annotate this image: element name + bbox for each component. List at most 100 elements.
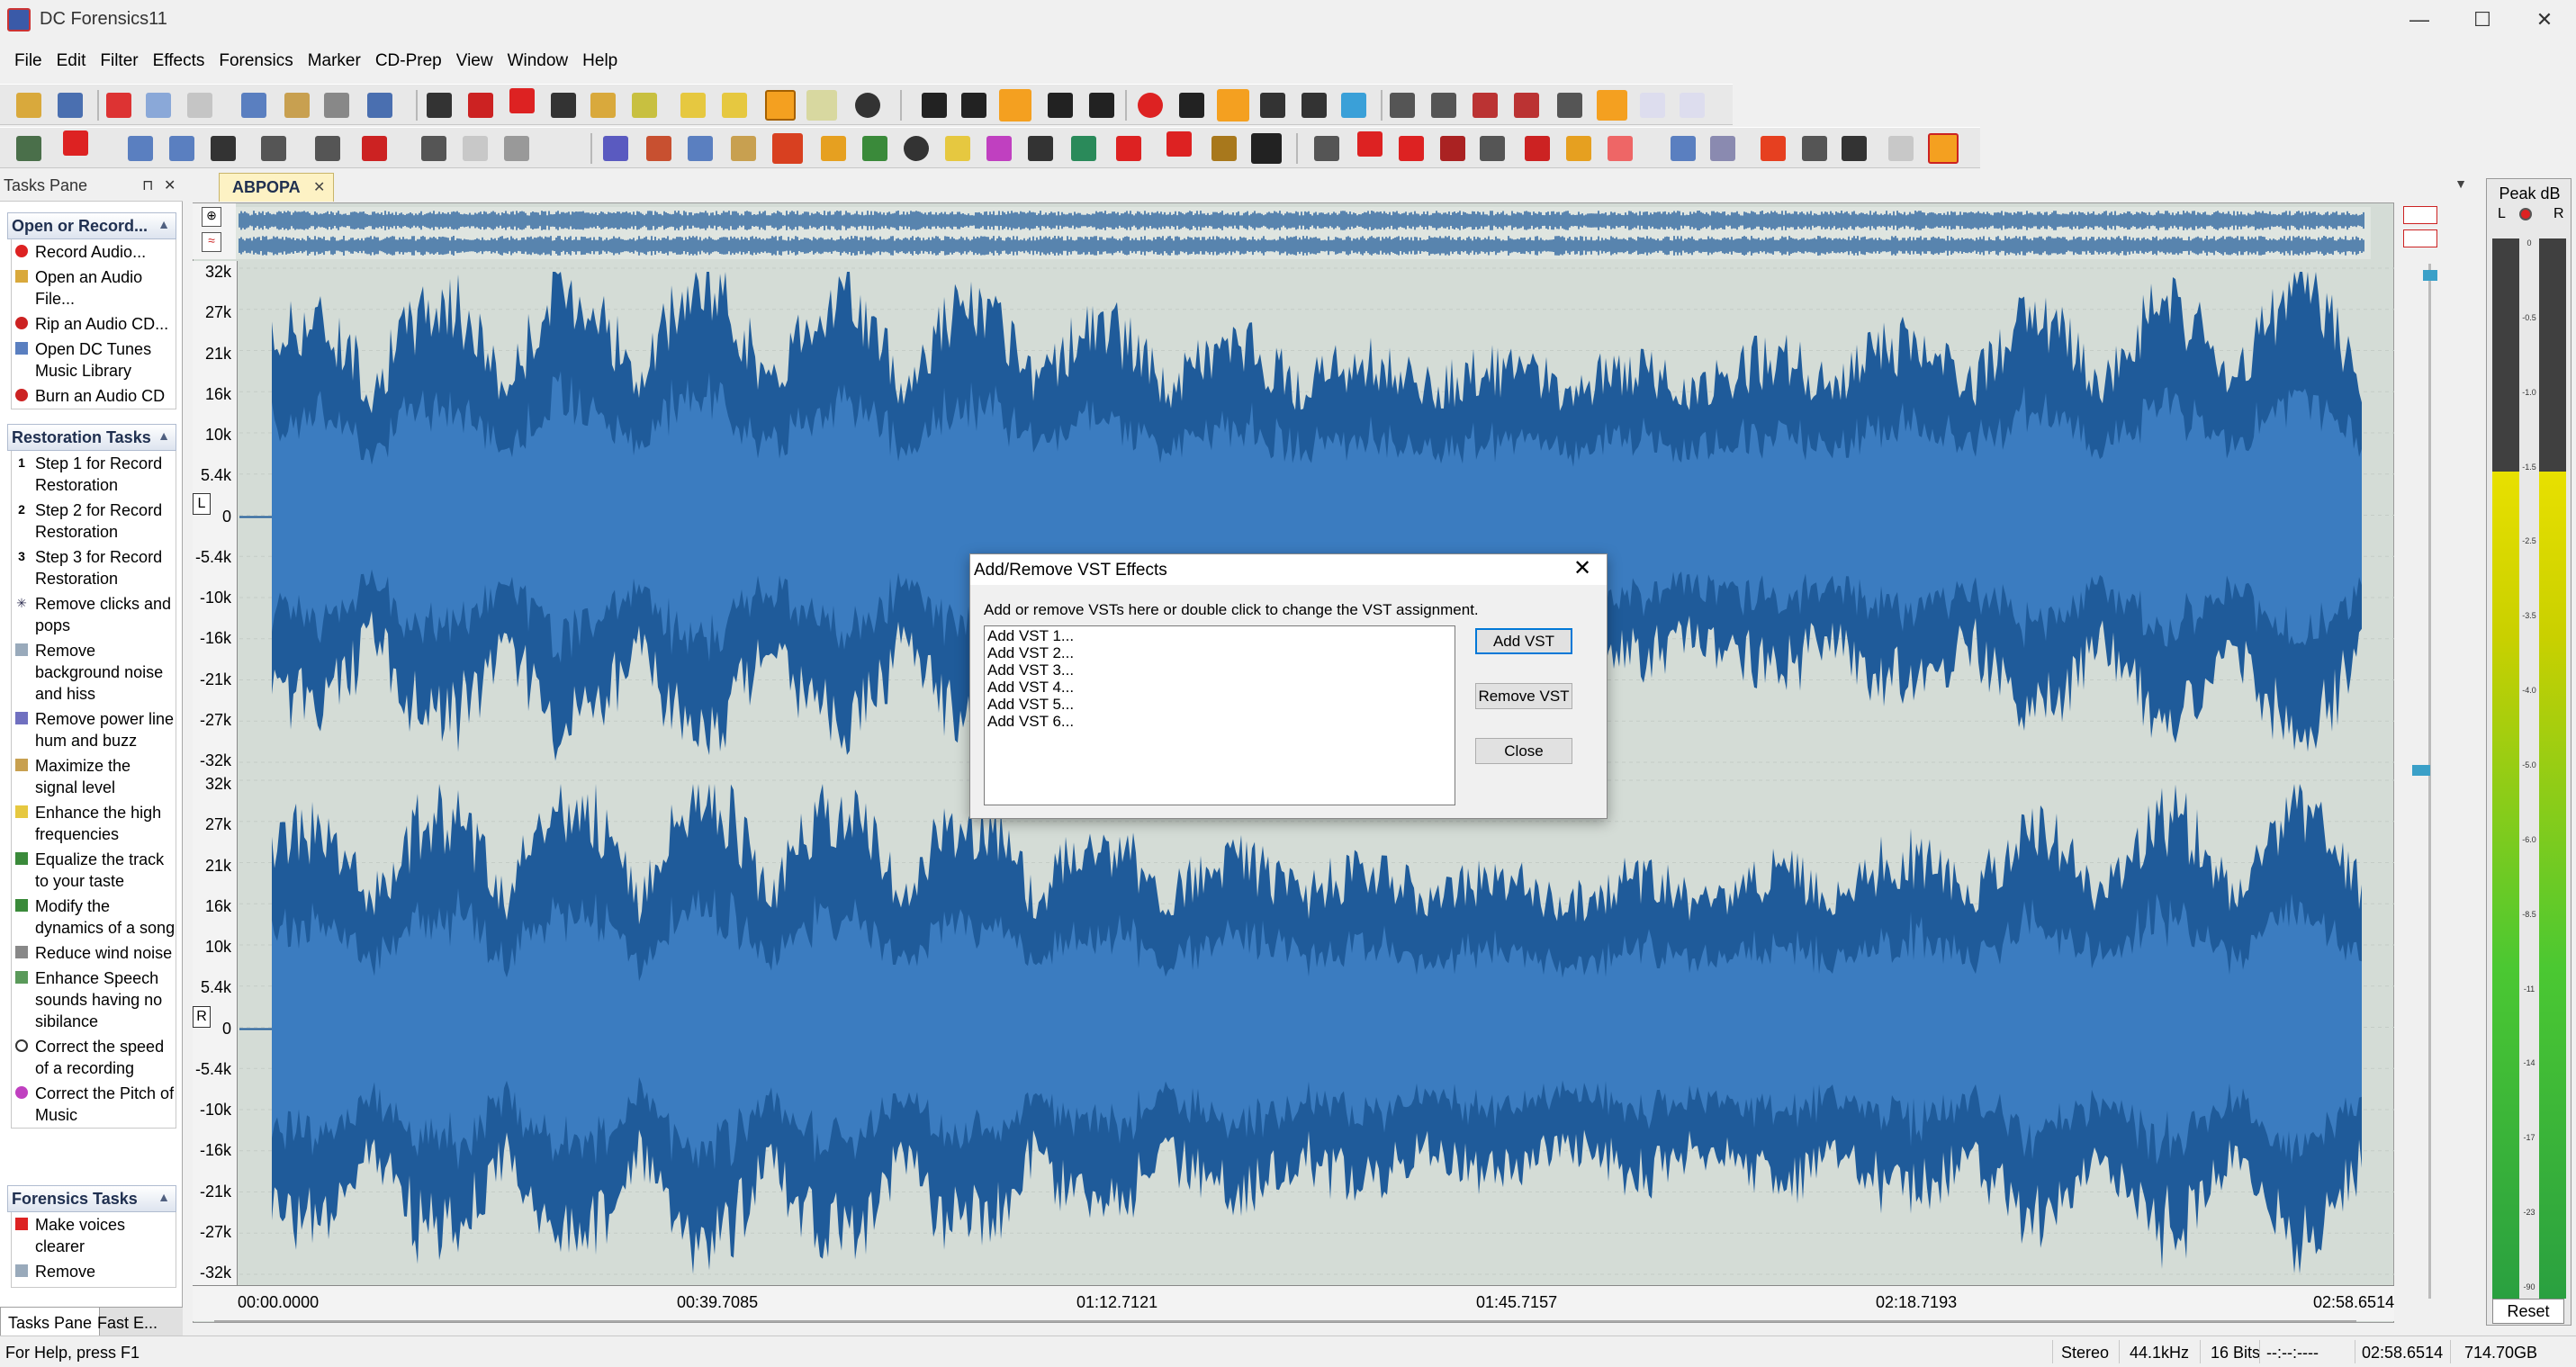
alert-icon[interactable] (1761, 136, 1786, 161)
open-icon[interactable] (16, 93, 41, 118)
collapse-icon[interactable]: ▲ (158, 1190, 170, 1204)
wind-tool-icon[interactable] (504, 136, 529, 161)
record-disc-icon[interactable] (468, 93, 493, 118)
task-dynamics[interactable]: Modify the dynamics of a song (12, 894, 176, 940)
person-icon[interactable] (821, 136, 846, 161)
zoom-out-icon[interactable] (1431, 93, 1456, 118)
batch-icon[interactable] (427, 93, 452, 118)
vst-list-item[interactable]: Add VST 2... (987, 644, 1452, 661)
task-equalize[interactable]: Equalize the track to your taste (12, 847, 176, 894)
dialog-close-icon[interactable]: ✕ (1571, 558, 1594, 581)
task-correct-pitch[interactable]: Correct the Pitch of Music (12, 1081, 176, 1128)
timeline[interactable]: 00:00.0000 00:39.7085 01:12.7121 01:45.7… (193, 1285, 2394, 1321)
tool-icon[interactable] (16, 136, 41, 161)
vst-list-item[interactable]: Add VST 1... (987, 627, 1452, 644)
tab-close-icon[interactable]: ✕ (313, 178, 325, 196)
treble-icon[interactable] (315, 136, 340, 161)
menu-edit[interactable]: Edit (50, 51, 94, 71)
remove-vst-button[interactable]: Remove VST (1475, 683, 1572, 709)
task-open-library[interactable]: Open DC Tunes Music Library (12, 337, 176, 383)
calculator-icon[interactable] (1480, 136, 1505, 161)
menu-forensics[interactable]: Forensics (212, 51, 300, 71)
menu-file[interactable]: File (7, 51, 50, 71)
tab-fast-edit[interactable]: Fast E... (90, 1308, 165, 1338)
overview-waveform[interactable] (236, 207, 2371, 259)
pause-icon[interactable] (999, 89, 1031, 121)
collapse-icon[interactable]: ▲ (158, 217, 170, 231)
pin-icon[interactable]: ⊓ (142, 176, 153, 194)
pencil-icon[interactable] (284, 93, 310, 118)
right-channel-label[interactable]: R (193, 1006, 211, 1028)
section-open-record[interactable]: Open or Record... ▲ (7, 212, 176, 239)
level-icon[interactable] (590, 93, 616, 118)
hum-tool-icon[interactable] (211, 136, 236, 161)
dialog-close-button[interactable]: Close (1475, 738, 1572, 764)
copy-icon[interactable] (146, 93, 171, 118)
task-burn-cd[interactable]: Burn an Audio CD (12, 383, 176, 409)
scale-icon[interactable] (1314, 136, 1339, 161)
task-open-audio-file[interactable]: Open an Audio File... (12, 265, 176, 311)
sine-wave-icon[interactable] (1566, 136, 1591, 161)
spectrum-icon[interactable] (128, 136, 153, 161)
task-step-3[interactable]: 3 Step 3 for Record Restoration (12, 544, 176, 591)
marker-icon[interactable] (680, 93, 706, 118)
task-step-2[interactable]: 2 Step 2 for Record Restoration (12, 498, 176, 544)
clock-icon[interactable] (904, 136, 929, 161)
zoom-slider-thumb[interactable] (2412, 765, 2430, 776)
overview-mode-icon[interactable]: ≈ (202, 232, 221, 252)
task-step-1[interactable]: 1 Step 1 for Record Restoration (12, 451, 176, 498)
voice-tool-icon[interactable] (986, 136, 1012, 161)
vst-list-item[interactable]: Add VST 3... (987, 661, 1452, 679)
task-enhance-high[interactable]: Enhance the high frequencies (12, 800, 176, 847)
task-remove-hum[interactable]: Remove power line hum and buzz (12, 706, 176, 753)
dynamics-tool-icon[interactable] (421, 136, 446, 161)
peak-record-icon[interactable] (2519, 208, 2532, 220)
menu-marker[interactable]: Marker (301, 51, 368, 71)
fe-icon[interactable] (765, 90, 796, 121)
split-view-icon[interactable] (806, 90, 837, 121)
settings-gear-icon[interactable] (855, 93, 880, 118)
vst-list-item[interactable]: Add VST 5... (987, 696, 1452, 713)
view-wave-icon[interactable] (2403, 206, 2437, 224)
vst-list-item[interactable]: Add VST 4... (987, 679, 1452, 696)
menu-help[interactable]: Help (575, 51, 625, 71)
task-rip-cd[interactable]: Rip an Audio CD... (12, 311, 176, 337)
collapse-icon[interactable]: ▲ (158, 428, 170, 443)
funnel-icon[interactable] (1071, 136, 1096, 161)
fast-forward-icon[interactable] (1048, 93, 1073, 118)
menu-view[interactable]: View (449, 51, 500, 71)
vst-list-item[interactable]: Add VST 6... (987, 713, 1452, 730)
bars-icon[interactable] (772, 133, 803, 164)
vst-icon[interactable] (1116, 136, 1141, 161)
vertical-scroll-thumb[interactable] (2423, 270, 2437, 281)
bass-clef-icon[interactable] (1251, 133, 1282, 164)
pen-icon[interactable] (945, 136, 970, 161)
cut-tool-icon[interactable] (324, 93, 349, 118)
cd-icon[interactable] (551, 93, 576, 118)
flag-icon[interactable] (688, 136, 713, 161)
document-tab[interactable]: ABPOPA ✕ (219, 173, 334, 202)
pin-tool-icon[interactable] (1440, 136, 1465, 161)
horizontal-scrollbar[interactable] (214, 1320, 2356, 1322)
export-icon[interactable] (1928, 133, 1959, 164)
left-channel-icon[interactable] (1640, 93, 1665, 118)
menu-filter[interactable]: Filter (93, 51, 145, 71)
envelope-icon[interactable] (722, 93, 747, 118)
maximize-button[interactable]: ☐ (2451, 0, 2514, 40)
bar-graph-icon[interactable] (169, 136, 194, 161)
add-vst-button[interactable]: Add VST (1475, 628, 1572, 654)
aedf-icon[interactable] (1357, 131, 1383, 157)
task-record-audio[interactable]: Record Audio... (12, 239, 176, 265)
play-icon[interactable] (1217, 89, 1249, 121)
square-wave-icon[interactable] (1525, 136, 1550, 161)
chart-icon[interactable] (862, 136, 887, 161)
adv-icon[interactable] (1608, 136, 1633, 161)
reverse-icon[interactable] (646, 136, 671, 161)
normalize-icon[interactable] (261, 136, 286, 161)
loop-icon[interactable] (1341, 93, 1366, 118)
section-restoration[interactable]: Restoration Tasks ▲ (7, 424, 176, 451)
stop-icon[interactable] (1179, 93, 1204, 118)
tab-dropdown-icon[interactable]: ▼ (2454, 176, 2467, 191)
spectral-icon[interactable] (1710, 136, 1735, 161)
tasks-pane-close-icon[interactable]: ✕ (164, 176, 176, 194)
